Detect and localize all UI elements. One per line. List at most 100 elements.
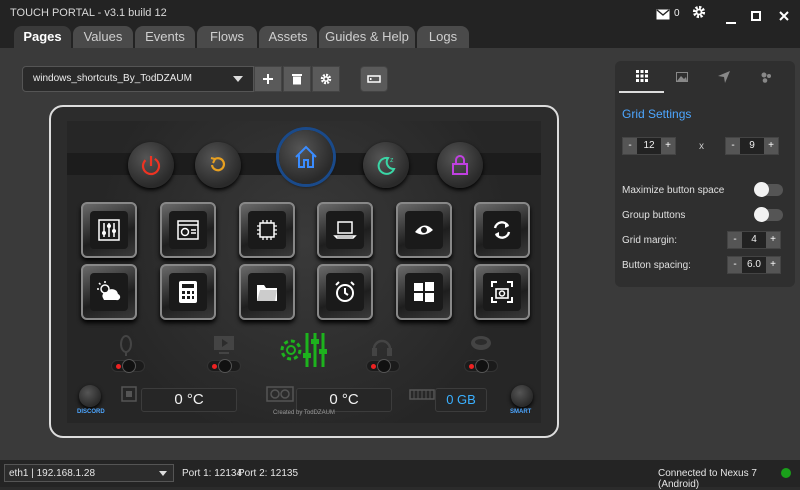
laptop-icon <box>333 221 357 239</box>
page-settings-button[interactable] <box>312 66 340 92</box>
port1-label: Port 1: 12134 <box>182 468 243 479</box>
alarm-clock-icon <box>335 281 355 302</box>
tab-assets[interactable]: Assets <box>259 26 317 48</box>
tab-guides[interactable]: Guides & Help <box>319 26 415 48</box>
power-button[interactable] <box>128 142 174 188</box>
weather-button[interactable] <box>81 264 137 320</box>
maximize-switch[interactable] <box>754 182 783 197</box>
image-icon <box>675 72 688 82</box>
button-spacing-value[interactable]: 6.0 <box>742 257 766 273</box>
tab-navigation[interactable] <box>701 61 746 93</box>
browser-window-icon <box>177 220 199 240</box>
decrement-button[interactable]: - <box>623 138 637 154</box>
main-tabs: Pages Values Events Flows Assets Guides … <box>0 26 800 48</box>
lock-button[interactable] <box>437 142 483 188</box>
restart-button[interactable] <box>195 142 241 188</box>
title-bar: TOUCH PORTAL - v3.1 build 12 0 <box>0 0 800 26</box>
decrement-button[interactable]: - <box>728 232 742 248</box>
device-preview: z DISCORD 0 °C 0 °C Created by TodDZAUM … <box>49 105 559 438</box>
increment-button[interactable]: + <box>764 138 778 154</box>
tab-background[interactable] <box>659 61 704 93</box>
nvidia-button[interactable] <box>396 202 452 258</box>
gear-icon[interactable] <box>692 5 706 24</box>
maximize-icon[interactable] <box>751 8 761 26</box>
mail-icon[interactable] <box>656 7 670 25</box>
landscape-icon <box>367 75 381 83</box>
discord-button[interactable] <box>79 385 101 407</box>
palette-icon <box>761 72 771 83</box>
increment-button[interactable]: + <box>766 257 780 273</box>
headphones-toggle[interactable] <box>366 359 400 373</box>
navigation-arrow-icon <box>717 71 730 83</box>
cpu-icon <box>257 220 277 240</box>
group-buttons-label: Group buttons <box>622 210 686 221</box>
lock-icon <box>452 155 468 175</box>
trash-icon <box>292 74 302 85</box>
calculator-icon <box>179 281 197 303</box>
mic-toggle[interactable] <box>111 359 145 373</box>
maximize-label: Maximize button space <box>622 185 725 196</box>
settings-panel: Grid Settings - 12 + x - 9 + Maximize bu… <box>615 61 795 287</box>
mixer-button[interactable] <box>81 202 137 258</box>
tab-logs[interactable]: Logs <box>417 26 469 48</box>
interface-value: eth1 | 192.168.1.28 <box>9 468 96 479</box>
alarm-button[interactable] <box>317 264 373 320</box>
home-button[interactable] <box>279 130 333 184</box>
page-name: windows_shortcuts_By_TodDZAUM <box>33 73 192 84</box>
interface-select[interactable]: eth1 | 192.168.1.28 <box>4 464 174 482</box>
speaker-icon <box>471 336 491 350</box>
media-play-icon <box>214 336 234 354</box>
port2-label: Port 2: 12135 <box>238 468 299 479</box>
grid-rows-value[interactable]: 9 <box>740 138 764 154</box>
grid-margin-stepper[interactable]: - 4 + <box>727 231 781 249</box>
status-bar: eth1 | 192.168.1.28 Port 1: 12134 Port 2… <box>0 460 800 490</box>
decrement-button[interactable]: - <box>726 138 740 154</box>
grid-margin-label: Grid margin: <box>622 235 678 246</box>
panel-tabs <box>615 61 795 93</box>
cpu-temp-readout: 0 °C <box>141 388 237 412</box>
decrement-button[interactable]: - <box>728 257 742 273</box>
tab-flows[interactable]: Flows <box>197 26 257 48</box>
windows-button[interactable] <box>396 264 452 320</box>
memory-icon <box>409 389 435 400</box>
cpu-button[interactable] <box>239 202 295 258</box>
credit-label: Created by TodDZAUM <box>273 410 335 416</box>
device-orientation-button[interactable] <box>360 66 388 92</box>
button-spacing-stepper[interactable]: - 6.0 + <box>727 256 781 274</box>
media-toggle[interactable] <box>207 359 241 373</box>
calculator-button[interactable] <box>160 264 216 320</box>
group-buttons-switch[interactable] <box>754 207 783 222</box>
sleep-button[interactable]: z <box>363 142 409 188</box>
page-selector[interactable]: windows_shortcuts_By_TodDZAUM <box>22 66 254 92</box>
tab-pages[interactable]: Pages <box>14 26 71 48</box>
tab-grid[interactable] <box>619 61 664 93</box>
delete-page-button[interactable] <box>283 66 311 92</box>
tab-values[interactable]: Values <box>73 26 133 48</box>
grid-rows-stepper[interactable]: - 9 + <box>725 137 779 155</box>
gpu-icon <box>266 386 294 402</box>
dashboard-button[interactable] <box>160 202 216 258</box>
add-page-button[interactable] <box>254 66 282 92</box>
explorer-button[interactable] <box>239 264 295 320</box>
cpu-outline-icon <box>121 386 137 402</box>
tab-events[interactable]: Events <box>135 26 195 48</box>
refresh-button[interactable] <box>474 202 530 258</box>
smart-button[interactable] <box>511 385 533 407</box>
folder-icon <box>257 285 277 301</box>
tab-palette[interactable] <box>743 61 788 93</box>
grid-columns-value[interactable]: 12 <box>637 138 661 154</box>
speaker-toggle[interactable] <box>464 359 498 373</box>
increment-button[interactable]: + <box>661 138 675 154</box>
grid-margin-value[interactable]: 4 <box>742 232 766 248</box>
button-spacing-label: Button spacing: <box>622 260 691 271</box>
mixer-green-icon[interactable] <box>279 329 333 371</box>
grid-columns-stepper[interactable]: - 12 + <box>622 137 676 155</box>
increment-button[interactable]: + <box>766 232 780 248</box>
chevron-down-icon <box>159 471 167 476</box>
screenshot-button[interactable] <box>474 264 530 320</box>
headphones-icon <box>372 339 392 356</box>
smart-label: SMART <box>510 409 532 415</box>
laptop-button[interactable] <box>317 202 373 258</box>
close-icon[interactable] <box>779 8 789 26</box>
equalizer-icon <box>98 219 120 241</box>
